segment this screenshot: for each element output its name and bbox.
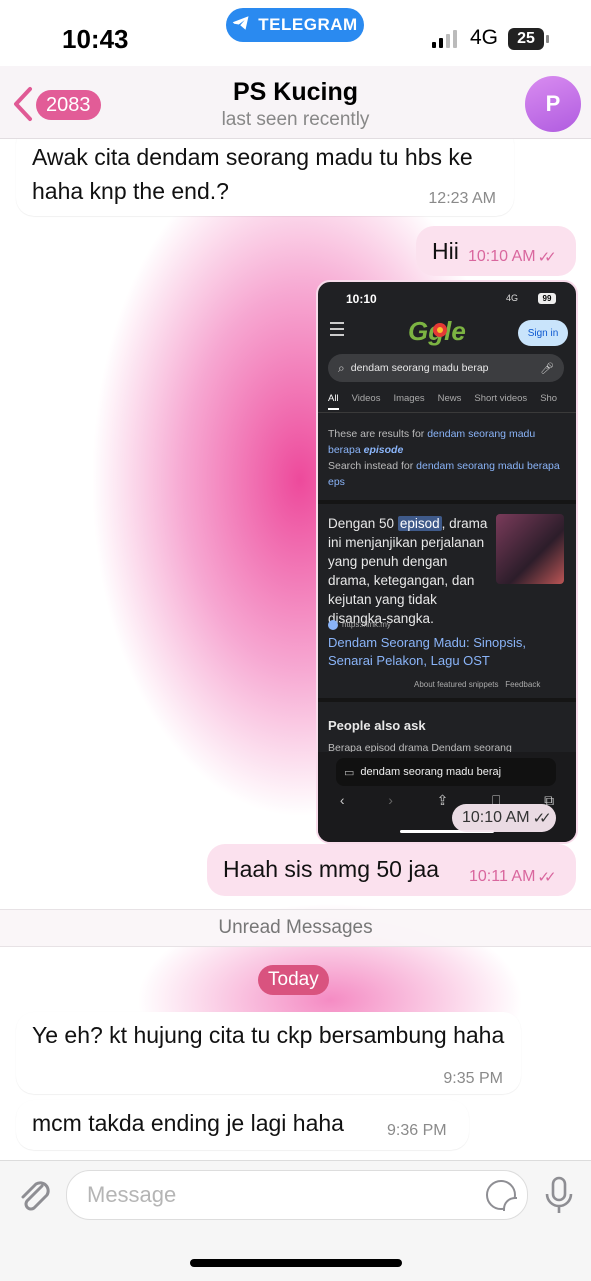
instead-prefix: Search instead for <box>328 460 417 472</box>
chat-status: last seen recently <box>221 109 370 130</box>
message-bubble-incoming[interactable]: Ye eh? kt hujung cita tu ckp bersambung … <box>16 1012 521 1094</box>
message-time: 9:36 PM <box>387 1122 447 1139</box>
shot-address-bar: ▭ dendam seorang madu beraj <box>336 758 556 786</box>
sign-in-button: Sign in <box>518 320 568 346</box>
message-text: mcm takda ending je lagi haha <box>32 1110 344 1136</box>
return-app-label: TELEGRAM <box>258 15 358 34</box>
message-bubble-incoming[interactable]: Awak cita dendam seorang madu tu hbs ke … <box>16 126 514 216</box>
about-snippets: About featured snippets <box>414 680 499 689</box>
message-time: 9:35 PM <box>443 1070 503 1087</box>
status-time: 10:43 <box>62 24 129 54</box>
telegram-plane-icon <box>232 15 250 36</box>
message-input[interactable] <box>85 1171 479 1219</box>
message-time: 10:10 AM <box>462 809 530 826</box>
source-url: https://link.my <box>342 620 391 630</box>
divider <box>318 500 576 504</box>
photo-message[interactable]: 10:10 4G 99 Ggle Sign in ⌕ dendam seoran… <box>316 280 578 844</box>
search-icon: ⌕ <box>338 360 345 375</box>
address-text: dendam seorang madu beraj <box>360 766 502 778</box>
message-bubble-outgoing[interactable]: Hii 10:10 AM ✓✓ <box>416 226 576 276</box>
shot-search-query: dendam seorang madu berap <box>350 362 489 374</box>
drama-poster-thumbnail <box>496 514 564 584</box>
shot-tab: Videos <box>351 393 381 404</box>
message-meta: 10:10 AM ✓✓ <box>468 248 557 266</box>
shot-tab: Short videos <box>474 393 528 404</box>
message-text: Ye eh? kt hujung cita tu ckp bersambung … <box>32 1022 505 1048</box>
shot-about: About featured snippets Feedback <box>414 680 540 689</box>
photo-timestamp: 10:10 AM ✓✓ <box>452 804 556 832</box>
sticker-icon[interactable] <box>486 1180 517 1211</box>
shot-result-title: Dendam Seorang Madu: Sinopsis, Senarai P… <box>328 635 527 668</box>
message-time: 10:10 AM <box>468 248 536 265</box>
shot-search-tabs: All Videos Images News Short videos Sho <box>328 393 557 410</box>
share-icon: ⇪ <box>436 792 449 808</box>
hamburger-menu-icon <box>330 322 344 336</box>
message-field[interactable] <box>66 1170 528 1220</box>
read-checks-icon: ✓✓ <box>532 810 552 827</box>
shot-tab: Images <box>393 393 425 404</box>
site-favicon-icon <box>328 620 338 630</box>
shot-results-note: These are results for dendam seorang mad… <box>328 426 568 490</box>
shot-tab: News <box>437 393 462 404</box>
divider <box>318 698 576 702</box>
shot-tab: Sho <box>540 393 558 404</box>
battery-icon: 25 <box>508 28 544 50</box>
shot-status-time: 10:10 <box>346 292 377 306</box>
google-doodle-logo: Ggle <box>406 314 484 355</box>
shot-tab: All <box>328 393 339 410</box>
mic-icon: 🎤︎ <box>540 362 554 375</box>
shot-battery-icon: 99 <box>538 293 556 304</box>
mic-icon[interactable] <box>544 1176 574 1216</box>
return-to-app-pill[interactable]: TELEGRAM <box>226 8 364 42</box>
tab-icon: ▭ <box>344 766 355 779</box>
network-type: 4G <box>470 26 499 49</box>
message-time: 12:23 AM <box>428 190 496 207</box>
snippet-before: Dengan 50 <box>328 516 398 531</box>
message-text: Haah sis mmg 50 jaa <box>223 856 440 882</box>
shot-paa-title: People also ask <box>328 718 426 733</box>
forward-arrow-icon: › <box>388 792 393 808</box>
attach-icon[interactable] <box>16 1174 52 1219</box>
chat-title[interactable]: PS Kucing <box>0 78 591 107</box>
results-prefix: These are results for <box>328 428 428 440</box>
message-bubble-outgoing[interactable]: Haah sis mmg 50 jaa 10:11 AM ✓✓ <box>207 844 576 896</box>
date-chip: Today <box>258 965 329 995</box>
read-checks-icon: ✓✓ <box>537 249 557 266</box>
shot-paa-question: Berapa episod drama Dendam seorang <box>328 742 512 752</box>
feedback-link: Feedback <box>505 680 541 689</box>
snippet-after: , drama ini menjanjikan perjalanan yang … <box>328 516 488 626</box>
battery-tip <box>546 35 549 43</box>
signal-icon <box>432 30 457 48</box>
message-time: 10:11 AM <box>469 868 536 885</box>
message-meta: 10:11 AM ✓✓ <box>469 868 557 886</box>
unread-messages-divider: Unread Messages <box>0 909 591 947</box>
avatar[interactable]: P <box>525 76 581 132</box>
results-query-em: episode <box>363 444 404 456</box>
shot-search-box: ⌕ dendam seorang madu berap 🎤︎ <box>328 354 564 382</box>
read-checks-icon: ✓✓ <box>537 869 556 886</box>
shot-source: https://link.my <box>328 620 391 630</box>
snippet-highlight: episod <box>397 516 442 531</box>
shot-network: 4G <box>506 293 519 303</box>
shot-snippet: Dengan 50 episod, drama ini menjanjikan … <box>328 514 493 628</box>
message-bubble-incoming[interactable]: mcm takda ending je lagi haha 9:36 PM <box>16 1100 469 1150</box>
back-arrow-icon: ‹ <box>339 792 345 808</box>
divider <box>318 412 576 413</box>
message-text: Hii <box>432 238 459 264</box>
home-indicator <box>190 1259 402 1267</box>
